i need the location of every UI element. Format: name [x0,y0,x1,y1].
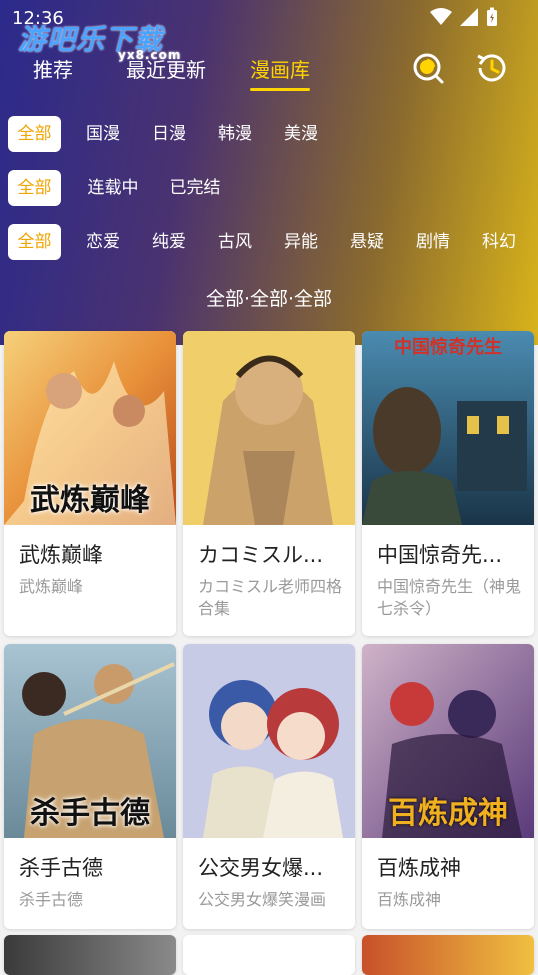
comic-name: 杀手古德 [19,856,103,880]
filter-genre-ancient[interactable]: 古风 [212,224,258,260]
history-button[interactable] [474,50,510,86]
comic-name: 中国惊奇先... [377,543,503,567]
search-button[interactable] [410,50,446,86]
filter-genre-romance[interactable]: 恋爱 [80,224,126,260]
filter-region-us[interactable]: 美漫 [278,116,324,152]
tab-recent-updates[interactable]: 最近更新 [126,54,206,83]
filter-region-all[interactable]: 全部 [8,116,61,152]
search-icon [413,53,444,84]
filter-region-cn[interactable]: 国漫 [80,116,126,152]
tab-label: 漫画库 [250,58,310,82]
filter-row-region: 全部 国漫 日漫 韩漫 美漫 [8,116,538,152]
tab-label: 最近更新 [126,58,206,82]
filter-genre-mystery[interactable]: 悬疑 [344,224,390,260]
signal-icon [460,8,478,26]
filter-region-kr[interactable]: 韩漫 [212,116,258,152]
comic-cover [183,644,355,838]
filter-row-status: 全部 连载中 已完结 [8,170,538,206]
filter-row-genre: 全部 恋爱 纯爱 古风 异能 悬疑 剧情 科幻 [8,224,538,260]
tab-active-indicator [250,88,310,91]
comic-cover [183,935,355,975]
tab-label: 推荐 [33,58,73,82]
comic-name: 公交男女爆... [198,856,324,880]
tab-recommend[interactable]: 推荐 [33,54,73,83]
comic-desc: 公交男女爆笑漫画 [198,890,327,909]
filter-genre-pure-love[interactable]: 纯爱 [146,224,192,260]
comic-desc: 武炼巅峰 [19,577,84,596]
comic-desc: 百炼成神 [377,890,442,909]
comic-cover: 杀手古德 [4,644,176,838]
filter-region-jp[interactable]: 日漫 [146,116,192,152]
comic-name: 百炼成神 [377,856,461,880]
cover-title: 百炼成神 [388,796,508,831]
top-tabs: 推荐 最近更新 漫画库 [0,54,538,94]
history-icon [477,54,506,82]
filter-status-ongoing[interactable]: 连载中 [80,170,146,206]
tab-comic-library[interactable]: 漫画库 [250,54,310,91]
comic-cover: 武炼巅峰 [4,331,176,525]
cover-title: 杀手古德 [30,796,150,831]
comic-cover [183,331,355,525]
comic-name: 武炼巅峰 [19,543,103,567]
section-title: 全部·全部·全部 [205,288,333,310]
wifi-icon [430,8,452,25]
battery-icon [487,7,497,26]
comic-name: カコミスル... [198,543,324,567]
comic-card[interactable]: 百炼成神 百炼成神 百炼成神 [362,644,534,929]
comic-desc: 中国惊奇先生（神鬼七杀令） [377,577,522,618]
comic-card[interactable]: 杀手古德 杀手古德 杀手古德 [4,644,176,929]
cover-title: 中国惊奇先生 [394,337,502,358]
filter-genre-superpower[interactable]: 异能 [278,224,324,260]
comic-card-partial[interactable] [362,935,534,975]
comic-cover [4,935,176,975]
filter-status-all[interactable]: 全部 [8,170,61,206]
comic-cover: 中国惊奇先生 [362,331,534,525]
comic-card-partial[interactable] [183,935,355,975]
filter-genre-scifi[interactable]: 科幻 [476,224,522,260]
comic-desc: 杀手古德 [19,890,84,909]
comic-card-partial[interactable] [4,935,176,975]
status-icons [430,7,498,27]
filter-genre-drama[interactable]: 剧情 [410,224,456,260]
comic-card[interactable]: 公交男女爆... 公交男女爆笑漫画 [183,644,355,929]
comic-card[interactable]: 武炼巅峰 武炼巅峰 武炼巅峰 [4,331,176,636]
filter-status-completed[interactable]: 已完结 [162,170,228,206]
cover-title: 武炼巅峰 [30,483,150,518]
comic-cover: 百炼成神 [362,644,534,838]
watermark-logo: 游吧乐下载 yx8.com [18,18,180,62]
comic-card[interactable]: カコミスル... カコミスル老师四格合集 [183,331,355,636]
filter-genre-all[interactable]: 全部 [8,224,61,260]
comic-card[interactable]: 中国惊奇先生 中国惊奇先... 中国惊奇先生（神鬼七杀令） [362,331,534,636]
comic-desc: カコミスル老师四格合集 [198,577,343,618]
comic-cover [362,935,534,975]
